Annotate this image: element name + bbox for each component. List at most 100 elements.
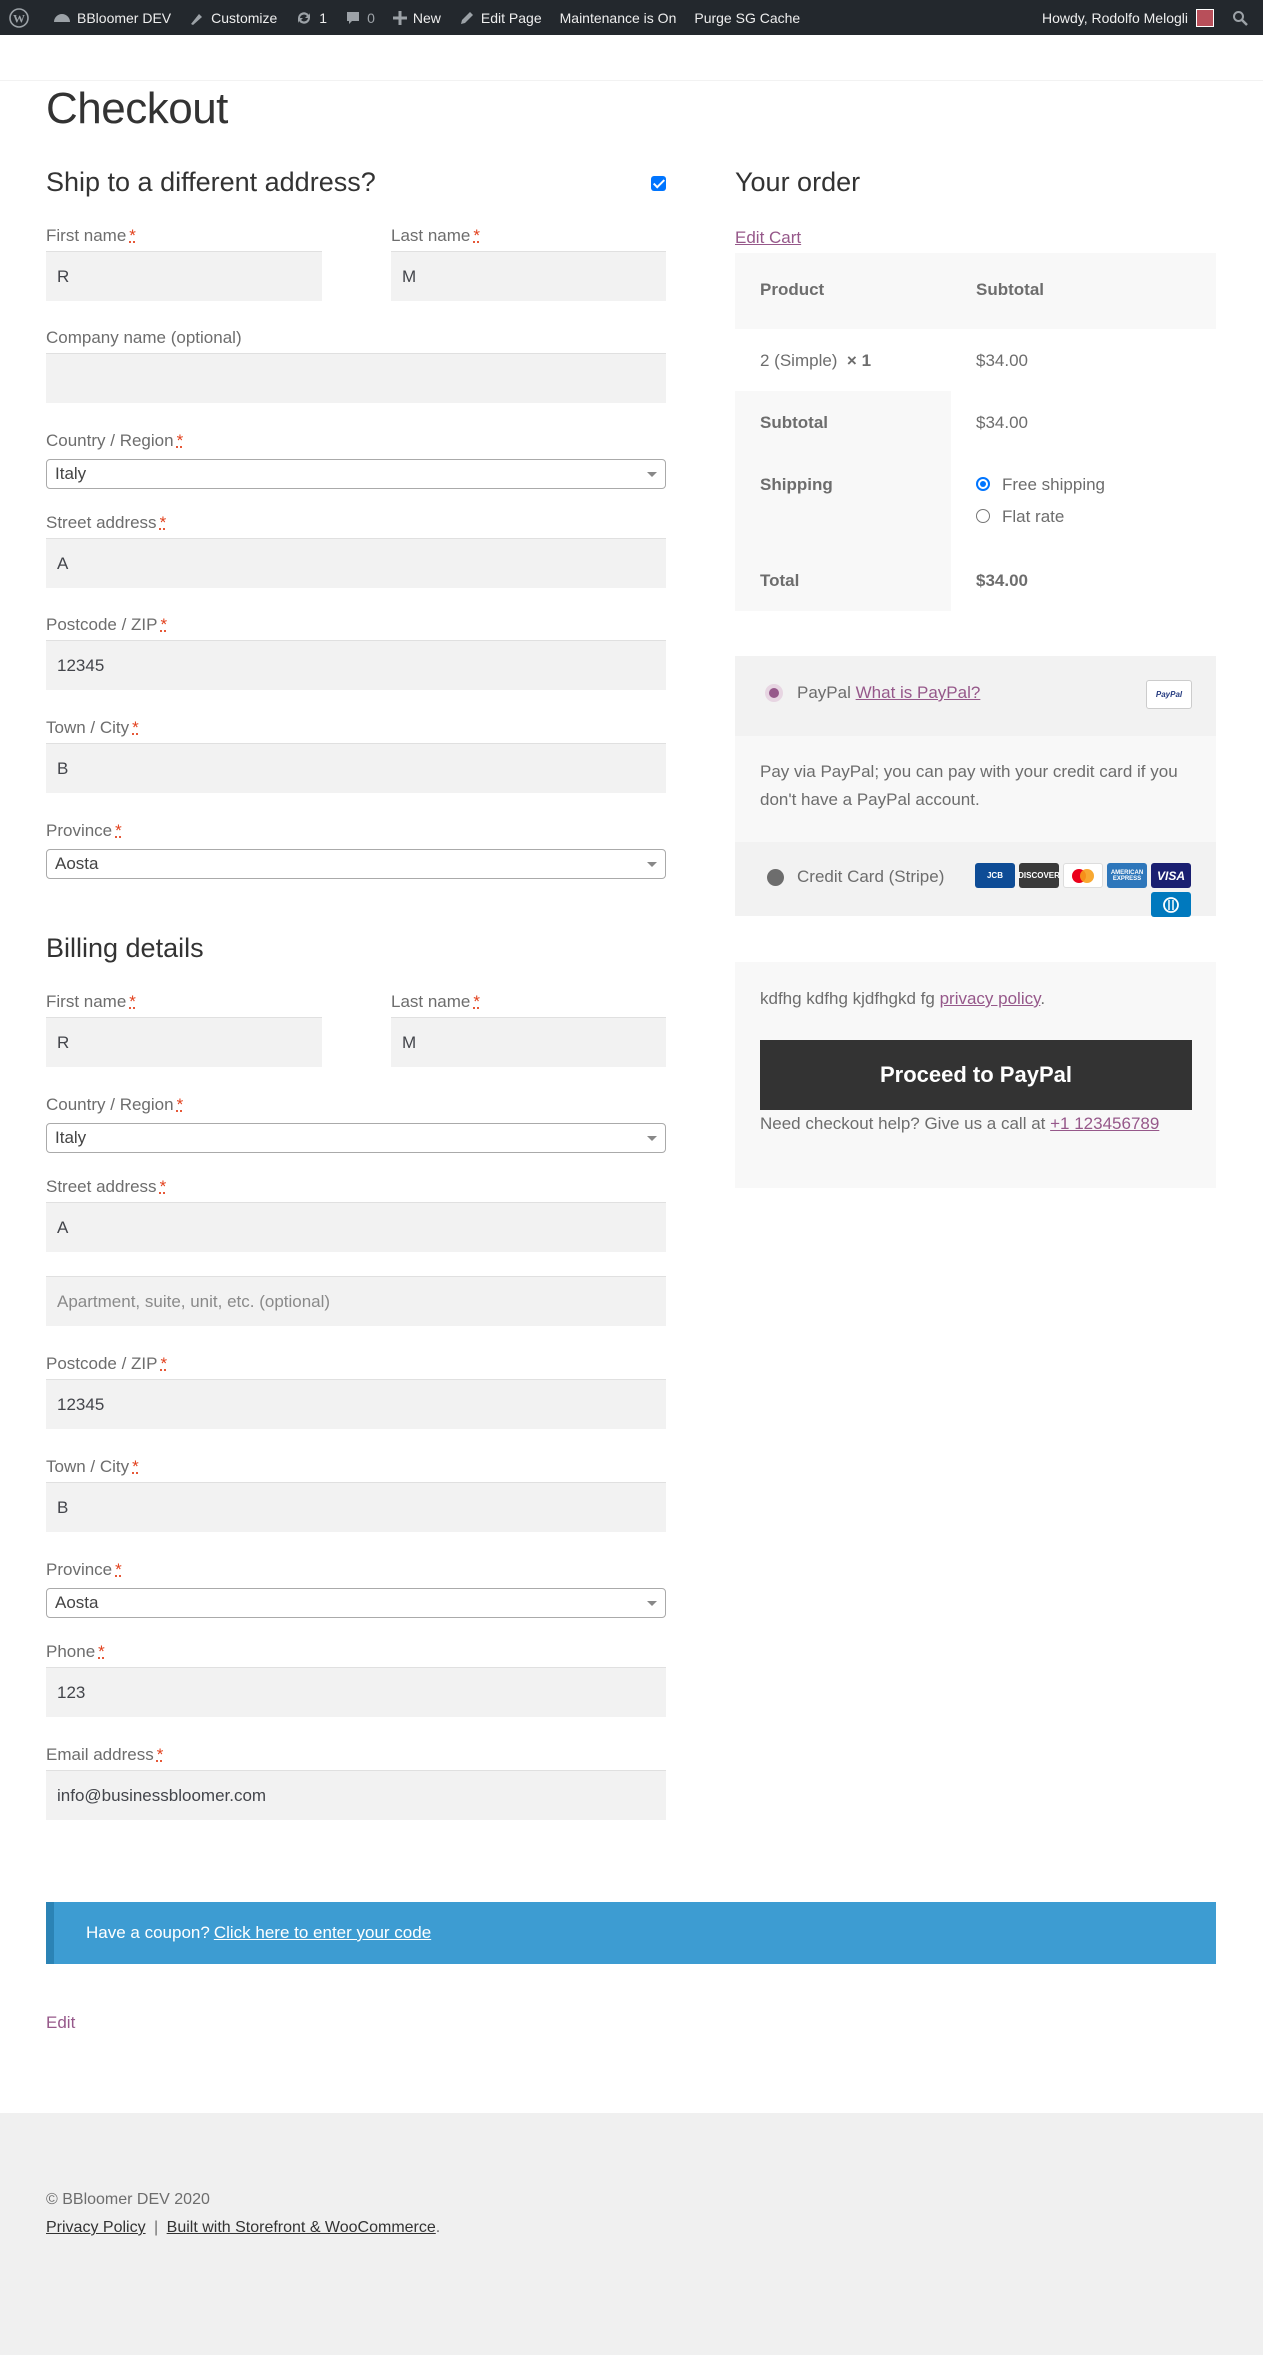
plus-icon (392, 10, 407, 25)
billing-email-field[interactable]: info@businessbloomer.com (46, 1770, 666, 1820)
total-row: Total $34.00 (735, 549, 1216, 611)
updates-menu[interactable]: 1 (286, 0, 336, 35)
shipping-province-select[interactable]: Aosta (46, 849, 666, 879)
edit-cart-link[interactable]: Edit Cart (735, 228, 801, 248)
purge-cache-menu[interactable]: Purge SG Cache (685, 0, 809, 35)
shipping-last-name-label: Last name * (391, 226, 481, 245)
chevron-down-icon (647, 862, 657, 867)
edit-page-label: Edit Page (480, 9, 542, 26)
visa-card-icon: VISA (1151, 863, 1191, 888)
admin-bar: W BBloomer DEV Customize 1 0 New Edit Pa… (0, 0, 1263, 35)
account-menu[interactable]: Howdy, Rodolfo Melogli (1033, 0, 1223, 35)
total-value: $34.00 (976, 571, 1028, 590)
header-divider (0, 80, 1263, 81)
shipping-first-name-label: First name * (46, 226, 136, 245)
billing-phone-field[interactable]: 123 (46, 1667, 666, 1717)
site-name-label: BBloomer DEV (77, 9, 172, 26)
maintenance-menu[interactable]: Maintenance is On (551, 0, 686, 35)
billing-province-label: Province * (46, 1560, 122, 1579)
billing-email-label: Email address * (46, 1745, 164, 1764)
brush-icon (191, 13, 203, 25)
comments-menu[interactable]: 0 (336, 0, 384, 35)
billing-postcode-field[interactable]: 12345 (46, 1379, 666, 1429)
shipping-postcode-field[interactable]: 12345 (46, 640, 666, 690)
subtotal-label: Subtotal (760, 413, 828, 432)
shipping-street-field[interactable]: A (46, 538, 666, 588)
coupon-notice: Have a coupon? Click here to enter your … (46, 1902, 1216, 1964)
product-column-header: Product (760, 280, 825, 299)
ship-different-checkbox[interactable] (651, 176, 666, 191)
flat-rate-radio[interactable] (976, 509, 990, 523)
shipping-last-name-field[interactable]: M (391, 251, 666, 301)
order-item-row: 2 (Simple) × 1 $34.00 (735, 329, 1216, 391)
site-name-menu[interactable]: BBloomer DEV (44, 0, 180, 35)
billing-postcode-label: Postcode / ZIP * (46, 1354, 168, 1373)
shipping-row: Shipping Free shipping Flat rate (735, 453, 1216, 549)
shipping-street-label: Street address * (46, 513, 167, 532)
search-menu[interactable] (1223, 0, 1263, 35)
subtotal-value: $34.00 (976, 413, 1028, 432)
shipping-company-field[interactable] (46, 353, 666, 403)
billing-street2-field[interactable]: Apartment, suite, unit, etc. (optional) (46, 1276, 666, 1326)
avatar (1196, 8, 1214, 27)
comments-count: 0 (367, 9, 375, 26)
dashboard-icon (54, 13, 70, 22)
search-icon (1233, 10, 1248, 26)
billing-street-field[interactable]: A (46, 1202, 666, 1252)
amex-card-icon: AMERICAN EXPRESS (1107, 863, 1147, 888)
billing-city-field[interactable]: B (46, 1482, 666, 1532)
diners-card-icon (1151, 892, 1191, 917)
privacy-policy-footer-link[interactable]: Privacy Policy (46, 2219, 146, 2236)
comment-icon (347, 11, 360, 24)
billing-phone-label: Phone * (46, 1642, 105, 1661)
shipping-city-field[interactable]: B (46, 743, 666, 793)
billing-title: Billing details (46, 933, 204, 963)
page-title: Checkout (46, 84, 228, 133)
free-shipping-label: Free shipping (1002, 475, 1106, 494)
subtotal-column-header: Subtotal (976, 280, 1044, 299)
pencil-icon (460, 11, 473, 24)
shipping-postcode-label: Postcode / ZIP * (46, 615, 168, 634)
stripe-option-label[interactable]: Credit Card (Stripe) (797, 867, 944, 887)
stripe-radio[interactable] (767, 869, 784, 886)
wordpress-logo-icon[interactable]: W (0, 0, 44, 35)
privacy-policy-link[interactable]: privacy policy (940, 989, 1041, 1008)
billing-province-select[interactable]: Aosta (46, 1588, 666, 1618)
shipping-first-name-field[interactable]: R (46, 251, 322, 301)
customize-menu[interactable]: Customize (180, 0, 286, 35)
paypal-radio[interactable] (765, 684, 783, 702)
payment-methods: PayPal What is PayPal? PayPal Pay via Pa… (735, 656, 1216, 917)
updates-count: 1 (319, 9, 328, 26)
new-content-menu[interactable]: New (384, 0, 450, 35)
coupon-text: Have a coupon? (86, 1923, 210, 1942)
mastercard-icon (1063, 863, 1103, 888)
shipping-country-label: Country / Region * (46, 431, 184, 450)
copyright: © BBloomer DEV 2020 (46, 2191, 210, 2208)
privacy-notice: kdfhg kdfhg kjdfhgkd fg privacy policy. (760, 989, 1046, 1008)
free-shipping-radio[interactable] (976, 477, 990, 491)
proceed-to-paypal-button[interactable]: Proceed to PayPal (760, 1040, 1192, 1110)
paypal-option-label[interactable]: PayPal What is PayPal? (797, 683, 980, 703)
billing-last-name-field[interactable]: M (391, 1017, 666, 1067)
item-total: $34.00 (976, 351, 1028, 370)
edit-page-menu[interactable]: Edit Page (450, 0, 551, 35)
what-is-paypal-link[interactable]: What is PayPal? (856, 683, 981, 702)
maintenance-label: Maintenance is On (559, 9, 677, 26)
enter-coupon-link[interactable]: Click here to enter your code (214, 1923, 431, 1943)
place-order-box: kdfhg kdfhg kjdfhgkd fg privacy policy. … (735, 962, 1216, 1188)
shipping-province-label: Province * (46, 821, 122, 840)
flat-rate-label: Flat rate (1002, 507, 1065, 526)
footer-separator: | (154, 2219, 159, 2236)
chevron-down-icon (647, 472, 657, 477)
shipping-country-select[interactable]: Italy (46, 459, 666, 489)
billing-country-select[interactable]: Italy (46, 1123, 666, 1153)
built-with-link[interactable]: Built with Storefront & WooCommerce (167, 2219, 436, 2236)
paypal-logo-icon: PayPal (1146, 680, 1192, 709)
edit-page-link[interactable]: Edit (46, 2013, 75, 2033)
paypal-description: Pay via PayPal; you can pay with your cr… (760, 762, 1178, 809)
help-phone-link[interactable]: +1 123456789 (1050, 1114, 1159, 1133)
item-name: 2 (Simple) (760, 351, 838, 370)
billing-first-name-field[interactable]: R (46, 1017, 322, 1067)
purge-label: Purge SG Cache (694, 9, 801, 26)
chevron-down-icon (647, 1136, 657, 1141)
